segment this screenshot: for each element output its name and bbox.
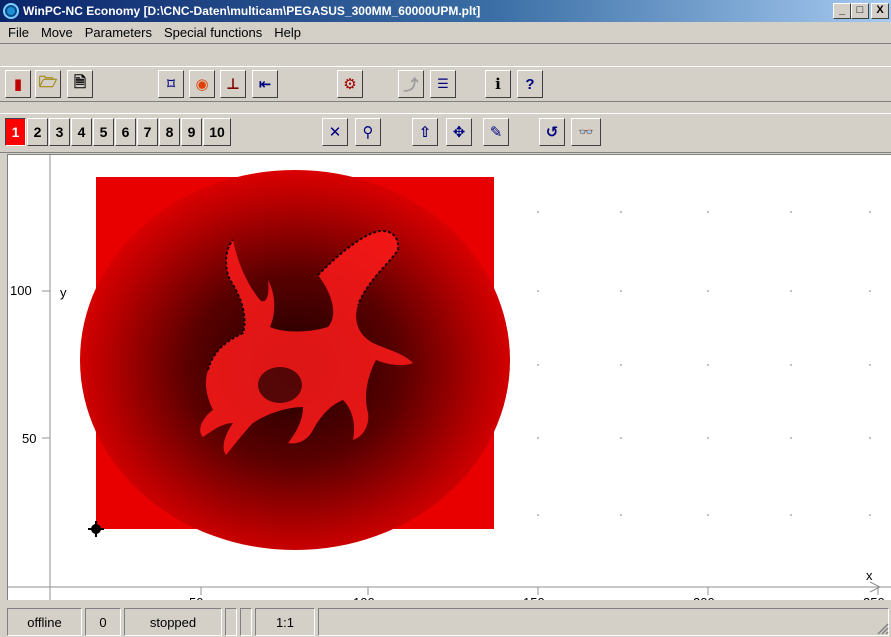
layer-3-label: 3 bbox=[55, 124, 64, 140]
y-tick-100: 100 bbox=[10, 283, 32, 298]
list-button[interactable]: ☰ bbox=[430, 70, 456, 98]
layer-5-label: 5 bbox=[99, 124, 108, 140]
color-wheel-icon: ◉ bbox=[195, 76, 209, 93]
glasses-icon: 👓 bbox=[578, 125, 594, 139]
main-toolbar: ▮ 🗁 🗎 ⌑ ◉ ⊥ ⇤ ⚙ ⤴ ☰ ℹ ? bbox=[0, 66, 891, 102]
refresh-icon: ↺ bbox=[545, 124, 559, 141]
help-button[interactable]: ? bbox=[517, 70, 543, 98]
reset-view-icon: ✕ bbox=[328, 124, 342, 141]
layer-7-button[interactable]: 7 bbox=[137, 118, 158, 146]
move-to-origin-button[interactable]: ⇤ bbox=[252, 70, 278, 98]
layer-10-button[interactable]: 10 bbox=[203, 118, 231, 146]
layer-6-label: 6 bbox=[121, 124, 130, 140]
menu-parameters[interactable]: Parameters bbox=[79, 25, 158, 40]
document-icon: 🗎 bbox=[73, 73, 87, 91]
x-tick-250: 250 bbox=[863, 595, 885, 600]
shape-button[interactable]: ⌑ bbox=[158, 70, 184, 98]
exit-icon: ▮ bbox=[13, 76, 23, 93]
window-title: WinPC-NC Economy [D:\CNC-Daten\multicam\… bbox=[23, 4, 481, 18]
layer-7-label: 7 bbox=[143, 124, 152, 140]
close-button[interactable]: X bbox=[871, 3, 889, 19]
info-icon: ℹ bbox=[495, 76, 501, 93]
exit-button[interactable]: ▮ bbox=[5, 70, 31, 98]
layer-8-label: 8 bbox=[165, 124, 174, 140]
status-empty-1 bbox=[225, 608, 237, 636]
glasses-button[interactable]: 👓 bbox=[571, 118, 601, 146]
tool-button-disabled[interactable]: ⤴ bbox=[398, 70, 424, 98]
help-icon: ? bbox=[525, 75, 535, 93]
app-icon bbox=[3, 3, 19, 19]
title-bar[interactable]: WinPC-NC Economy [D:\CNC-Daten\multicam\… bbox=[0, 0, 891, 22]
info-button[interactable]: ℹ bbox=[485, 70, 511, 98]
layer-10-label: 10 bbox=[209, 124, 225, 140]
layer-1-button[interactable]: 1 bbox=[5, 118, 26, 146]
plot-svg: 100 50 y 50 100 150 200 250 x bbox=[8, 155, 891, 600]
status-count: 0 bbox=[85, 608, 121, 636]
layer-9-button[interactable]: 9 bbox=[181, 118, 202, 146]
status-bar: offline 0 stopped 1:1 bbox=[0, 603, 891, 637]
layer-2-label: 2 bbox=[33, 124, 42, 140]
x-tick-150: 150 bbox=[523, 595, 545, 600]
refresh-button[interactable]: ↺ bbox=[539, 118, 565, 146]
move-to-origin-icon: ⇤ bbox=[258, 76, 272, 93]
pen-button[interactable]: ✎ bbox=[483, 118, 509, 146]
x-tick-100: 100 bbox=[353, 595, 375, 600]
pen-icon: ✎ bbox=[489, 124, 503, 141]
drawing-canvas[interactable]: 100 50 y 50 100 150 200 250 x bbox=[7, 154, 891, 600]
layer-5-button[interactable]: 5 bbox=[93, 118, 114, 146]
document-button[interactable]: 🗎 bbox=[67, 70, 93, 98]
layer-1-label: 1 bbox=[11, 124, 20, 140]
list-icon: ☰ bbox=[437, 76, 449, 91]
menu-move[interactable]: Move bbox=[35, 25, 79, 40]
layer-2-button[interactable]: 2 bbox=[27, 118, 48, 146]
x-axis-label: x bbox=[866, 568, 873, 583]
layer-3-button[interactable]: 3 bbox=[49, 118, 70, 146]
status-message bbox=[318, 608, 889, 636]
resize-grip-icon[interactable] bbox=[875, 621, 889, 635]
status-connection: offline bbox=[7, 608, 82, 636]
menu-help[interactable]: Help bbox=[268, 25, 307, 40]
shape-icon: ⌑ bbox=[166, 76, 176, 93]
layer-6-button[interactable]: 6 bbox=[115, 118, 136, 146]
y-tick-50: 50 bbox=[22, 431, 36, 446]
minimize-button[interactable]: _ bbox=[833, 3, 851, 19]
layer-4-button[interactable]: 4 bbox=[71, 118, 92, 146]
layer-9-label: 9 bbox=[187, 124, 196, 140]
x-tick-50: 50 bbox=[189, 595, 203, 600]
reference-point-icon: ⊥ bbox=[226, 76, 240, 93]
tool-setup-icon: ⚙ bbox=[343, 76, 357, 93]
zoom-button[interactable]: ⚲ bbox=[355, 118, 381, 146]
y-axis-label: y bbox=[60, 285, 67, 300]
maximize-button[interactable]: □ bbox=[851, 3, 869, 19]
arrow-up-icon: ⇧ bbox=[418, 124, 432, 141]
x-tick-200: 200 bbox=[693, 595, 715, 600]
pan-icon: ✥ bbox=[452, 124, 466, 141]
reset-view-button[interactable]: ✕ bbox=[322, 118, 348, 146]
tool-disabled-icon: ⤴ bbox=[403, 76, 419, 94]
menu-bar: File Move Parameters Special functions H… bbox=[0, 22, 891, 44]
layer-8-button[interactable]: 8 bbox=[159, 118, 180, 146]
menu-file[interactable]: File bbox=[2, 25, 35, 40]
layer-4-label: 4 bbox=[77, 124, 86, 140]
arrow-up-button[interactable]: ⇧ bbox=[412, 118, 438, 146]
status-state: stopped bbox=[124, 608, 222, 636]
color-button[interactable]: ◉ bbox=[189, 70, 215, 98]
status-scale: 1:1 bbox=[255, 608, 315, 636]
reference-point-button[interactable]: ⊥ bbox=[220, 70, 246, 98]
pan-button[interactable]: ✥ bbox=[446, 118, 472, 146]
zoom-icon: ⚲ bbox=[362, 124, 374, 141]
status-empty-2 bbox=[240, 608, 252, 636]
tool-setup-button[interactable]: ⚙ bbox=[337, 70, 363, 98]
layer-toolbar: 1 2 3 4 5 6 7 8 9 10 ✕ ⚲ ⇧ ✥ ✎ ↺ 👓 bbox=[0, 113, 891, 153]
open-folder-icon: 🗁 bbox=[38, 73, 58, 91]
open-file-button[interactable]: 🗁 bbox=[35, 70, 61, 98]
grid-dots bbox=[537, 211, 871, 516]
menu-special-functions[interactable]: Special functions bbox=[158, 25, 268, 40]
pegasus-plot bbox=[80, 170, 510, 550]
